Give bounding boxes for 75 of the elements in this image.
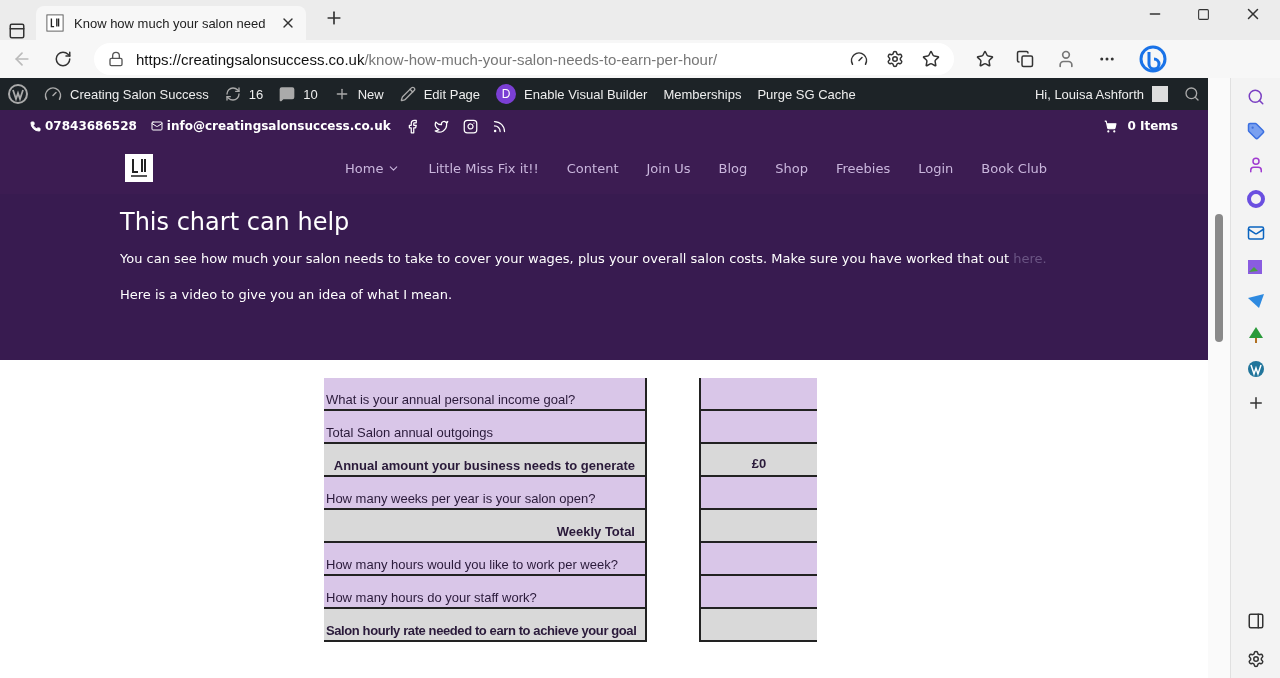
nav-link[interactable]: Home [345, 160, 401, 176]
rss-icon[interactable] [491, 118, 507, 134]
profile-icon[interactable] [1056, 49, 1076, 69]
tab-title: Know how much your salon need [74, 15, 267, 31]
settings-icon[interactable] [1246, 650, 1265, 668]
wordpress-icon[interactable] [1246, 360, 1265, 378]
user-greeting[interactable]: Hi, Louisa Ashforth [1034, 86, 1168, 102]
favorite-add-icon[interactable] [922, 50, 940, 68]
collections-icon[interactable] [1016, 50, 1034, 68]
phone-icon [30, 120, 41, 132]
search-icon[interactable] [1246, 88, 1265, 106]
browser-tab[interactable]: Know how much your salon need [36, 6, 306, 40]
site-link[interactable]: Creating Salon Success [44, 85, 209, 103]
wordpress-icon[interactable] [8, 84, 28, 104]
video-text: Here is a video to give you an idea of what I mean. [120, 286, 454, 305]
question-cell: How many hours would you like to work per week? [324, 543, 647, 577]
favicon-icon [46, 14, 64, 32]
image-edit-icon[interactable] [1246, 258, 1265, 276]
purge-cache-link[interactable]: Purge SG Cache [757, 86, 856, 102]
refresh-icon [224, 86, 241, 102]
mail-icon [150, 120, 163, 132]
twitter-icon[interactable] [433, 118, 449, 134]
scrollbar-thumb[interactable] [1215, 214, 1223, 342]
nav-link[interactable]: Join Us [646, 160, 691, 176]
builder-badge: D [496, 84, 517, 104]
url-text: https://creatingsalonsuccess.co.uk/know-how-much-your-salon-needs-to-earn-per-hour/ [136, 50, 718, 68]
nav-link[interactable]: Content [566, 160, 619, 176]
answer-cell[interactable] [699, 411, 817, 445]
question-cell: Salon hourly rate needed to earn to achieve your goal [324, 609, 647, 643]
updates-link[interactable]: 16 [224, 86, 264, 102]
answer-cell[interactable] [699, 576, 817, 610]
dashboard-icon [44, 85, 62, 103]
favorites-icon[interactable] [976, 50, 994, 68]
mail-icon[interactable] [1246, 224, 1265, 242]
instagram-icon[interactable] [462, 118, 478, 134]
hero-text: You can see how much your salon needs to take to cover your wages, plus your overall salon costs. Make sure you have worked that out here. [120, 250, 1048, 268]
visual-builder-link[interactable]: Enable Visual Builder [524, 86, 648, 102]
question-cell: Annual amount your business needs to generate [324, 444, 647, 478]
comment-icon [279, 86, 296, 102]
question-cell: How many hours do your staff work? [324, 576, 647, 610]
send-icon[interactable] [1246, 292, 1265, 310]
question-cell: How many weeks per year is your salon open? [324, 477, 647, 511]
nav-link[interactable]: Blog [718, 160, 748, 176]
nav-link[interactable]: Login [918, 160, 954, 176]
hero-title: This chart can help [120, 208, 351, 236]
answer-cell[interactable] [699, 543, 817, 577]
cart-link[interactable]: 0 Items [1104, 119, 1178, 133]
tab-actions-icon[interactable] [8, 22, 26, 40]
logo-icon[interactable] [125, 154, 153, 182]
question-cell: Weekly Total [324, 510, 647, 544]
edit-page-link[interactable]: Edit Page [399, 86, 481, 102]
sidebar-toggle-icon[interactable] [1246, 612, 1265, 630]
answer-cell: £0 [699, 444, 817, 478]
question-cell: What is your annual personal income goal? [324, 378, 647, 412]
tree-icon[interactable] [1246, 326, 1265, 344]
nav-link[interactable]: Shop [775, 160, 808, 176]
cart-icon [1104, 119, 1118, 133]
phone-link[interactable]: 07843686528 [30, 119, 137, 133]
new-link[interactable]: New [333, 86, 384, 102]
pencil-icon [399, 86, 416, 102]
comments-link[interactable]: 10 [279, 86, 318, 102]
search-icon[interactable] [1184, 86, 1200, 102]
answer-cell[interactable] [699, 378, 817, 412]
chat-icon[interactable] [1138, 44, 1168, 74]
email-link[interactable]: info@creatingsalonsuccess.co.uk [150, 119, 391, 133]
lock-icon [108, 51, 124, 67]
address-bar[interactable]: https://creatingsalonsuccess.co.uk/know-how-much-your-salon-needs-to-earn-per-hour/ [94, 43, 954, 75]
reload-icon[interactable] [54, 50, 72, 68]
answer-cell[interactable] [699, 477, 817, 511]
nav-link[interactable]: Freebies [836, 160, 891, 176]
nav-link[interactable]: Book Club [981, 160, 1047, 176]
question-cell: Total Salon annual outgoings [324, 411, 647, 445]
nav-link[interactable]: Little Miss Fix it!! [428, 160, 539, 176]
tag-icon[interactable] [1246, 122, 1265, 140]
memberships-link[interactable]: Memberships [663, 86, 742, 102]
